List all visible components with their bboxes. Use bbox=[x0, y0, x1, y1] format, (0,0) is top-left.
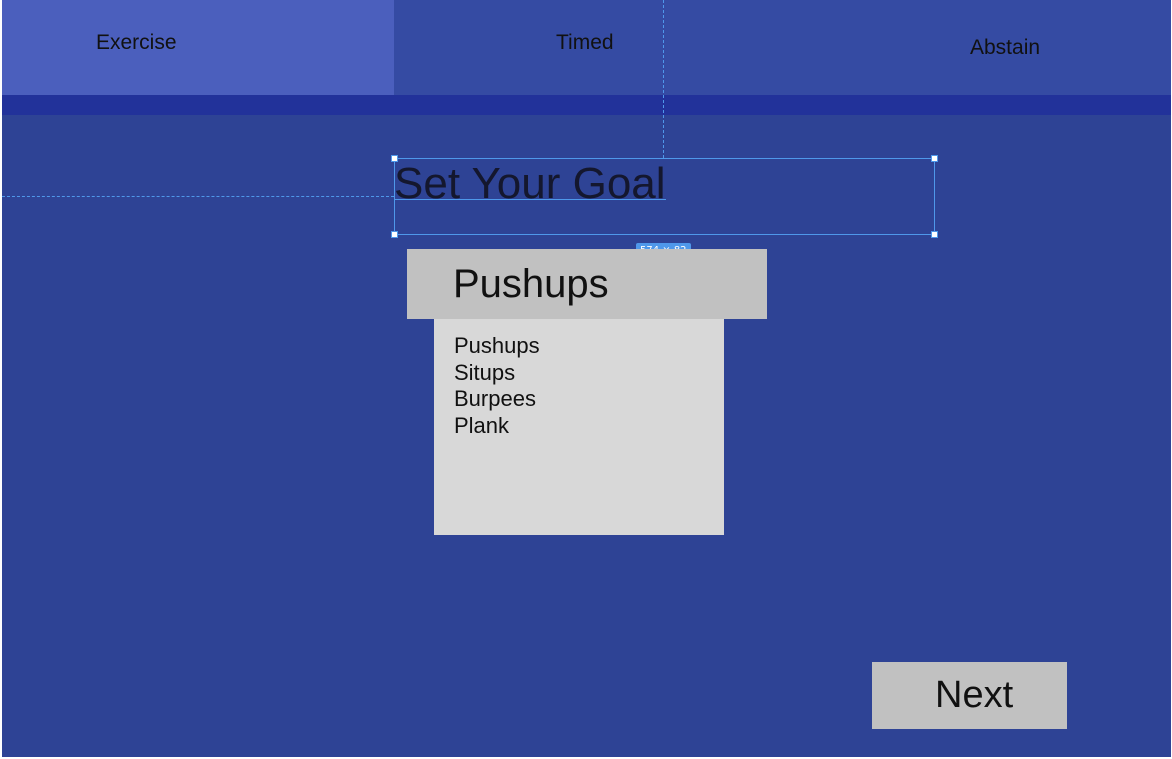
tab-timed-label: Timed bbox=[556, 31, 614, 54]
dropdown-option-burpees[interactable]: Burpees bbox=[454, 386, 724, 413]
dropdown-option-plank[interactable]: Plank bbox=[454, 413, 724, 440]
tab-timed[interactable]: Timed bbox=[394, 0, 784, 95]
resize-handle-top-right[interactable] bbox=[931, 155, 938, 162]
tab-exercise-label: Exercise bbox=[96, 31, 177, 54]
selection-box[interactable] bbox=[391, 155, 938, 238]
vertical-guide-line bbox=[663, 0, 664, 158]
dropdown-options-list: Pushups Situps Burpees Plank bbox=[434, 319, 724, 535]
dropdown-option-pushups[interactable]: Pushups bbox=[454, 333, 724, 360]
resize-handle-bottom-right[interactable] bbox=[931, 231, 938, 238]
exercise-dropdown[interactable]: Pushups bbox=[407, 249, 767, 319]
dropdown-selected-value: Pushups bbox=[453, 262, 609, 306]
resize-handle-bottom-left[interactable] bbox=[391, 231, 398, 238]
tab-abstain[interactable]: Abstain bbox=[784, 0, 1171, 95]
tab-abstain-label: Abstain bbox=[970, 36, 1041, 59]
tab-indicator-bar bbox=[2, 95, 1171, 115]
tab-bar: Exercise Timed Abstain bbox=[2, 0, 1171, 95]
next-button[interactable]: Next bbox=[872, 662, 1067, 729]
tab-exercise[interactable]: Exercise bbox=[2, 0, 394, 95]
resize-handle-top-left[interactable] bbox=[391, 155, 398, 162]
horizontal-guide-line bbox=[2, 196, 394, 197]
app-frame: Exercise Timed Abstain Set Your Goal 574… bbox=[2, 0, 1171, 757]
dropdown-option-situps[interactable]: Situps bbox=[454, 360, 724, 387]
